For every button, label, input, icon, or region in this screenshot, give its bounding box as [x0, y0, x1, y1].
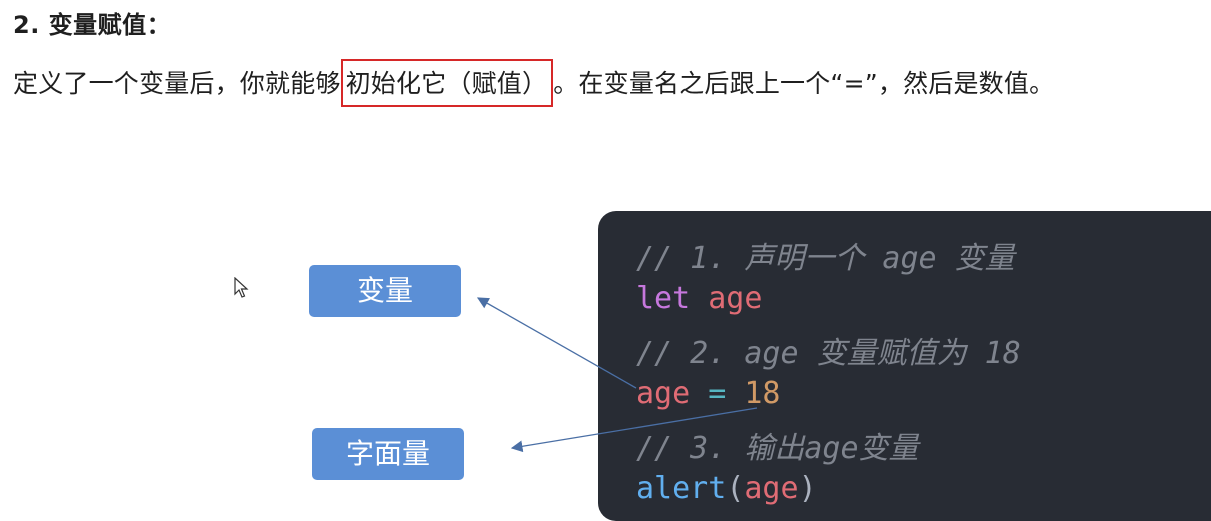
- code-line-alert: alert(age): [636, 471, 817, 506]
- keyword-let: let: [636, 281, 691, 316]
- paren-open: (: [726, 471, 745, 506]
- function-alert: alert: [636, 471, 727, 506]
- variable-label-text: 变量: [356, 274, 413, 307]
- literal-label-text: 字面量: [345, 437, 430, 470]
- section-heading: 2. 变量赋值：: [13, 11, 172, 39]
- variable-age-assigned: age: [636, 376, 691, 411]
- mouse-cursor-icon: [234, 277, 249, 298]
- assign-operator: =: [708, 376, 727, 411]
- description-paragraph: 定义了一个变量后，你就能够 初始化它（赋值） 。在变量名之后跟上一个“=”，然后是数…: [13, 59, 1055, 107]
- code-comment-2: // 2. age 变量赋值为 18: [636, 336, 1021, 371]
- code-comment-1: // 1. 声明一个 age 变量: [636, 241, 1015, 276]
- code-line-assign: age = 18: [636, 376, 781, 411]
- alert-argument: age: [744, 471, 799, 506]
- highlighted-phrase: 初始化它（赋值）: [340, 59, 554, 107]
- variable-label: 变量: [309, 265, 461, 317]
- code-panel: // 1. 声明一个 age 变量 let age // 2. age 变量赋值…: [598, 211, 1211, 521]
- code-line-declare: let age: [636, 281, 762, 316]
- literal-label: 字面量: [312, 428, 464, 480]
- variable-age-declared: age: [708, 281, 763, 316]
- paren-close: ): [798, 471, 817, 506]
- number-literal: 18: [744, 376, 781, 411]
- code-comment-3: // 3. 输出age变量: [636, 431, 919, 466]
- paragraph-text-before: 定义了一个变量后，你就能够: [13, 69, 341, 98]
- paragraph-text-after: 。在变量名之后跟上一个“=”，然后是数值。: [553, 69, 1055, 98]
